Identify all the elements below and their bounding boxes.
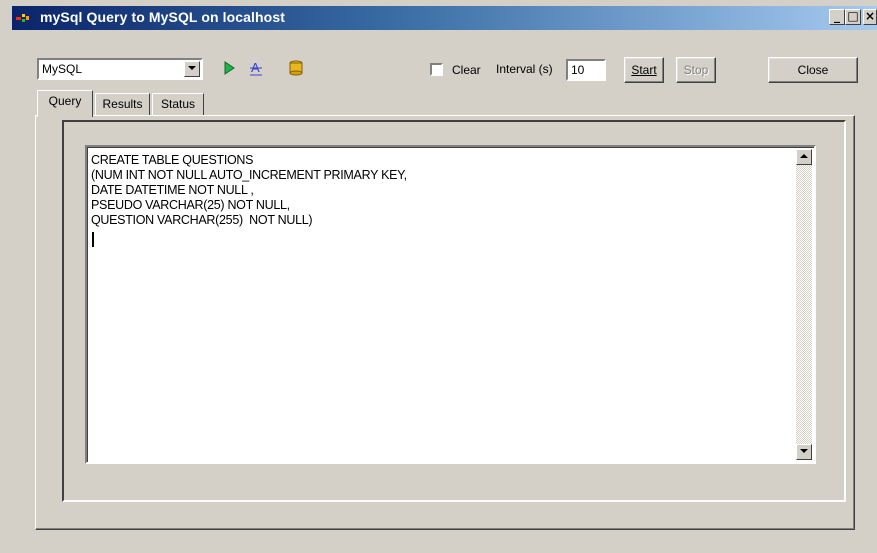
scroll-up-button[interactable] — [796, 149, 812, 165]
tab-status-label: Status — [160, 97, 196, 111]
clear-checkbox[interactable] — [430, 63, 443, 76]
text-caret — [92, 232, 94, 247]
close-button-label: Close — [797, 63, 829, 77]
database-select[interactable]: MySQL — [37, 58, 203, 80]
scroll-down-button[interactable] — [796, 444, 812, 460]
window-bottom-frame — [12, 547, 877, 553]
interval-label: Interval (s) — [496, 62, 553, 76]
sql-editor-text: CREATE TABLE QUESTIONS (NUM INT NOT NULL… — [91, 153, 407, 227]
stop-button[interactable]: Stop — [676, 57, 716, 83]
chevron-up-icon — [800, 154, 808, 158]
interval-input[interactable] — [568, 61, 604, 79]
minimize-icon: _ — [834, 9, 840, 23]
dropdown-button[interactable] — [184, 61, 200, 77]
format-icon[interactable]: A — [247, 59, 265, 77]
vertical-scrollbar[interactable] — [796, 149, 812, 460]
run-icon[interactable] — [220, 59, 238, 77]
close-window-button[interactable]: × — [863, 9, 877, 25]
window-frame — [0, 0, 12, 553]
sql-editor[interactable]: CREATE TABLE QUESTIONS (NUM INT NOT NULL… — [85, 145, 816, 464]
tab-results[interactable]: Results — [95, 93, 150, 115]
close-button[interactable]: Close — [768, 57, 858, 83]
title-bar[interactable]: mySql Query to MySQL on localhost _ □ × — [12, 6, 877, 30]
stop-button-label: Stop — [683, 63, 709, 77]
minimize-button[interactable]: _ — [829, 9, 845, 25]
clear-label: Clear — [452, 63, 481, 77]
database-icon[interactable] — [287, 59, 305, 77]
maximize-button[interactable]: □ — [845, 9, 861, 25]
tab-results-label: Results — [102, 97, 143, 111]
app-icon — [16, 14, 29, 22]
database-select-value: MySQL — [42, 62, 83, 76]
chevron-down-icon — [188, 66, 196, 70]
window-title: mySql Query to MySQL on localhost — [40, 9, 285, 25]
start-button[interactable]: Start — [624, 57, 664, 83]
interval-input-box[interactable] — [566, 59, 606, 81]
maximize-icon: □ — [847, 9, 859, 23]
tab-query[interactable]: Query — [37, 90, 93, 117]
query-window: mySql Query to MySQL on localhost _ □ × … — [0, 0, 877, 553]
tab-status[interactable]: Status — [152, 93, 204, 115]
close-icon: × — [864, 9, 876, 23]
chevron-down-icon — [800, 449, 808, 453]
tab-query-label: Query — [48, 94, 82, 108]
start-button-label: Start — [631, 63, 657, 77]
